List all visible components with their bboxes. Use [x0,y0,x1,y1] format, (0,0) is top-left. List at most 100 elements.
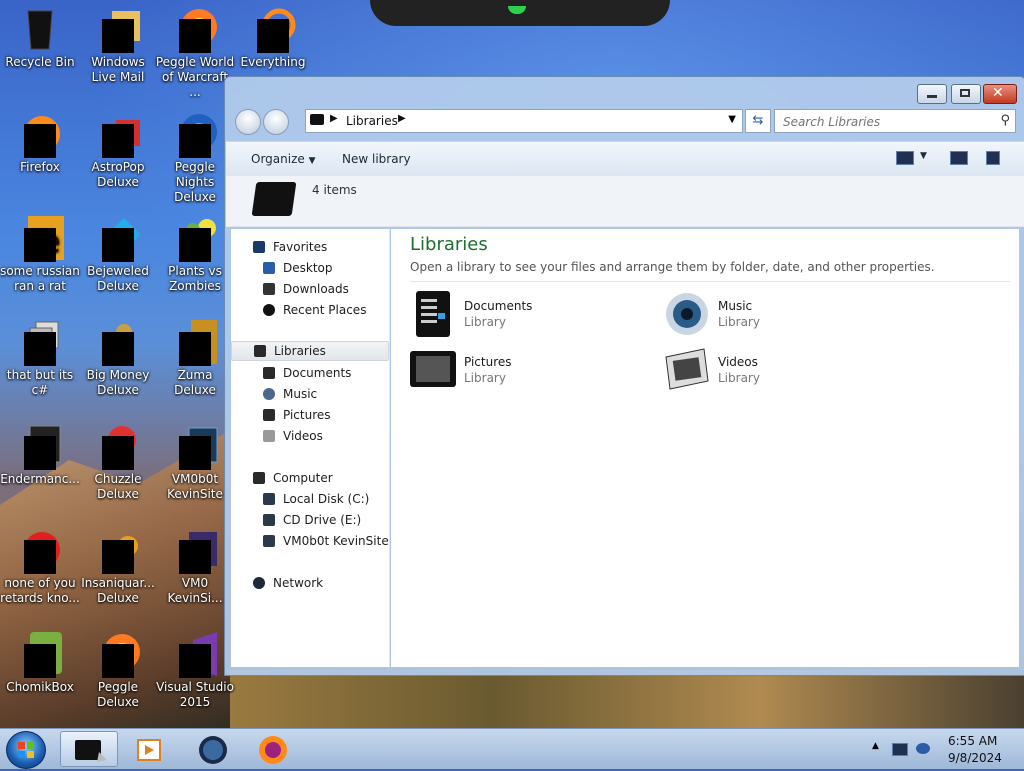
breadcrumb-arrow-icon[interactable]: ▶ [330,113,338,124]
nav-local-disk[interactable]: Local Disk (C:) [231,489,389,509]
network-drive-icon [263,535,275,547]
desktop-icon-windows-live-mail[interactable]: Windows Live Mail [78,5,158,85]
nav-recent-places[interactable]: Recent Places [231,300,389,320]
taskbar-media-player-button[interactable] [122,731,180,767]
app-icon: e [16,214,64,262]
desktop-icon-label: Everything [240,55,306,69]
taskbar-explorer-button[interactable] [60,731,118,767]
desktop-icon-some-russian[interactable]: e some russian ran a rat [0,214,80,294]
back-button[interactable] [235,109,261,135]
desktop-icon-everything[interactable]: Everything [233,5,313,70]
nav-music[interactable]: Music [231,384,389,404]
clock-date[interactable]: 9/8/2024 [948,751,1002,765]
desktop-icon-label: VM0b0t KevinSite [167,472,223,501]
nav-label: Libraries [274,344,326,358]
star-icon [253,241,265,253]
desktop-icon-vm0-kevinsi[interactable]: VM0 KevinSi... [155,526,235,606]
view-options-icon[interactable]: ▼ [920,151,927,161]
taskbar-firefox-button[interactable] [246,731,304,767]
clock-time[interactable]: 6:55 AM [948,734,997,748]
new-library-button[interactable]: New library [342,152,411,166]
title-bar[interactable]: ✕ [225,77,1024,107]
copy-icon [16,318,64,366]
media-player-icon [137,739,161,761]
address-dropdown-icon[interactable]: ▼ [728,114,736,125]
nav-vm-kevinsite[interactable]: VM0b0t KevinSite [231,531,389,551]
desktop-icon-chomikbox[interactable]: ChomikBox [0,630,80,695]
breadcrumb-arrow-icon[interactable]: ▶ [398,113,406,124]
help-icon[interactable] [986,151,1000,165]
desktop-icon-firefox[interactable]: Firefox [0,110,80,175]
library-item-pictures[interactable]: Pictures Library [410,347,650,397]
nav-videos[interactable]: Videos [231,426,389,446]
desktop-icon-astropop[interactable]: AstroPop Deluxe [78,110,158,190]
search-box[interactable]: ⚲ [774,109,1016,133]
taskbar-globe-button[interactable] [184,731,242,767]
breadcrumb-libraries[interactable]: Libraries [346,114,398,128]
desktop-icon-label: VM0 KevinSi... [167,576,223,605]
refresh-button[interactable]: ⇆ [745,109,771,133]
documents-library-icon [410,291,456,337]
close-button[interactable]: ✕ [983,84,1017,104]
desktop-icon-endermanch[interactable]: Endermanc... [0,422,80,487]
desktop-icon-visual-studio[interactable]: Visual Studio 2015 [155,630,235,710]
app-icon [16,526,64,574]
show-hidden-icons-icon[interactable]: ▲ [872,741,879,751]
music-library-icon [664,291,710,337]
desktop-icon-plants-vs-zombies[interactable]: Plants vs Zombies [155,214,235,294]
desktop-icon-none-of-you[interactable]: none of you retards kno... [0,526,80,606]
desktop-icon-label: AstroPop Deluxe [91,160,145,189]
desktop-icon-insaniquarium[interactable]: Insaniquar... Deluxe [78,526,158,606]
address-bar-row: ▶ Libraries ▶ ▼ ⇆ ⚲ [233,107,1017,137]
change-view-icon[interactable] [896,151,914,165]
library-item-videos[interactable]: Videos Library [664,347,904,397]
nav-desktop[interactable]: Desktop [231,258,389,278]
desktop-icon-that-but-its-csharp[interactable]: that but its c# [0,318,80,398]
network-status-icon[interactable] [892,743,908,756]
organize-button[interactable]: Organize ▼ [251,152,316,166]
nav-downloads[interactable]: Downloads [231,279,389,299]
top-notch-decoration [370,0,670,26]
nav-cd-drive[interactable]: CD Drive (E:) [231,510,389,530]
nav-label: Desktop [283,261,333,275]
nav-label: Local Disk (C:) [283,492,370,506]
minimize-button[interactable] [917,84,947,104]
desktop-icon-label: some russian ran a rat [0,264,80,293]
pictures-icon [263,409,275,421]
search-input[interactable] [781,112,985,132]
volume-icon[interactable] [916,743,930,754]
start-button[interactable] [6,731,46,769]
library-item-music[interactable]: Music Library [664,291,904,341]
app-icon [94,422,142,470]
nav-favorites[interactable]: Favorites [231,237,389,257]
libraries-large-icon [251,182,297,216]
nav-network[interactable]: Network [231,573,389,593]
nav-label: VM0b0t KevinSite [283,534,389,548]
divider [410,281,1010,282]
desktop-icon-chuzzle[interactable]: Chuzzle Deluxe [78,422,158,502]
preview-pane-icon[interactable] [950,151,968,165]
chomikbox-icon [16,630,64,678]
nav-libraries[interactable]: Libraries [231,341,389,361]
desktop-icon-peggle-deluxe[interactable]: Peggle Deluxe [78,630,158,710]
desktop-icon-label: that but its c# [6,368,74,397]
desktop-icon-vm0b0t-kevinsite[interactable]: VM0b0t KevinSite [155,422,235,502]
forward-button[interactable] [263,109,289,135]
desktop-icon-label: Endermanc... [0,472,80,486]
search-icon[interactable]: ⚲ [1000,113,1010,128]
library-item-documents[interactable]: Documents Library [410,291,650,341]
desktop-icon-zuma[interactable]: Zuma Deluxe [155,318,235,398]
desktop-icon-label: ChomikBox [6,680,74,694]
close-icon: ✕ [992,85,1004,101]
nav-pictures[interactable]: Pictures [231,405,389,425]
nav-computer[interactable]: Computer [231,468,389,488]
nav-documents[interactable]: Documents [231,363,389,383]
desktop-icon-peggle-nights[interactable]: Peggle Nights Deluxe [155,110,235,205]
desktop-icon-recycle-bin[interactable]: Recycle Bin [0,5,80,70]
address-bar[interactable]: ▶ Libraries ▶ ▼ [305,109,743,133]
desktop-icon [263,262,275,274]
desktop-icon-big-money[interactable]: Big Money Deluxe [78,318,158,398]
desktop-icon-bejeweled[interactable]: Bejeweled Deluxe [78,214,158,294]
maximize-button[interactable] [951,84,981,104]
desktop-icon-peggle-wow[interactable]: Peggle World of Warcraft ... [155,5,235,100]
